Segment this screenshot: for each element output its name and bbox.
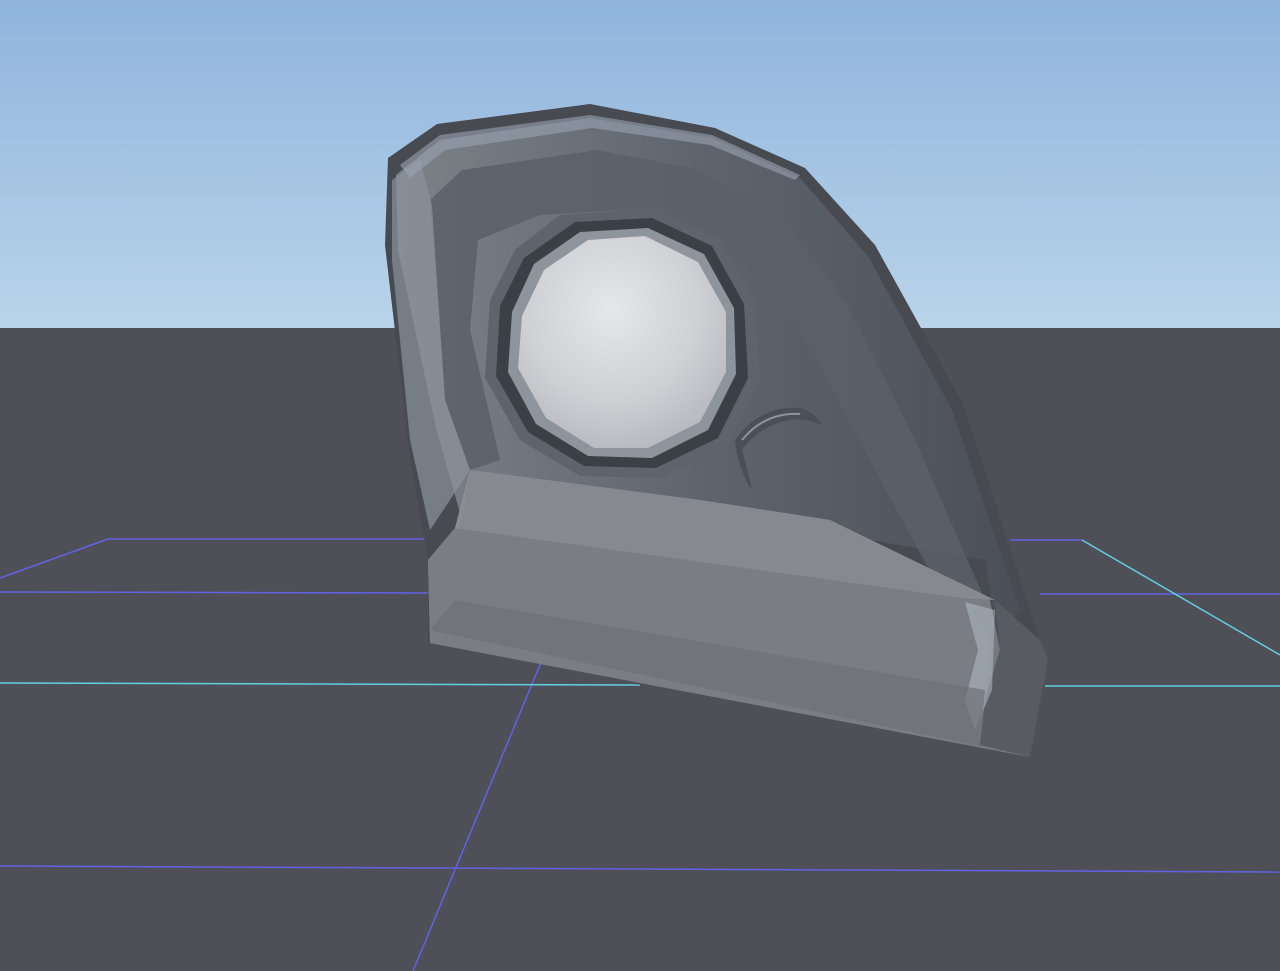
viewport-scene[interactable]	[0, 0, 1280, 971]
grid-line	[0, 591, 431, 594]
3d-viewport[interactable]	[0, 0, 1280, 971]
eye-lens	[518, 236, 726, 448]
